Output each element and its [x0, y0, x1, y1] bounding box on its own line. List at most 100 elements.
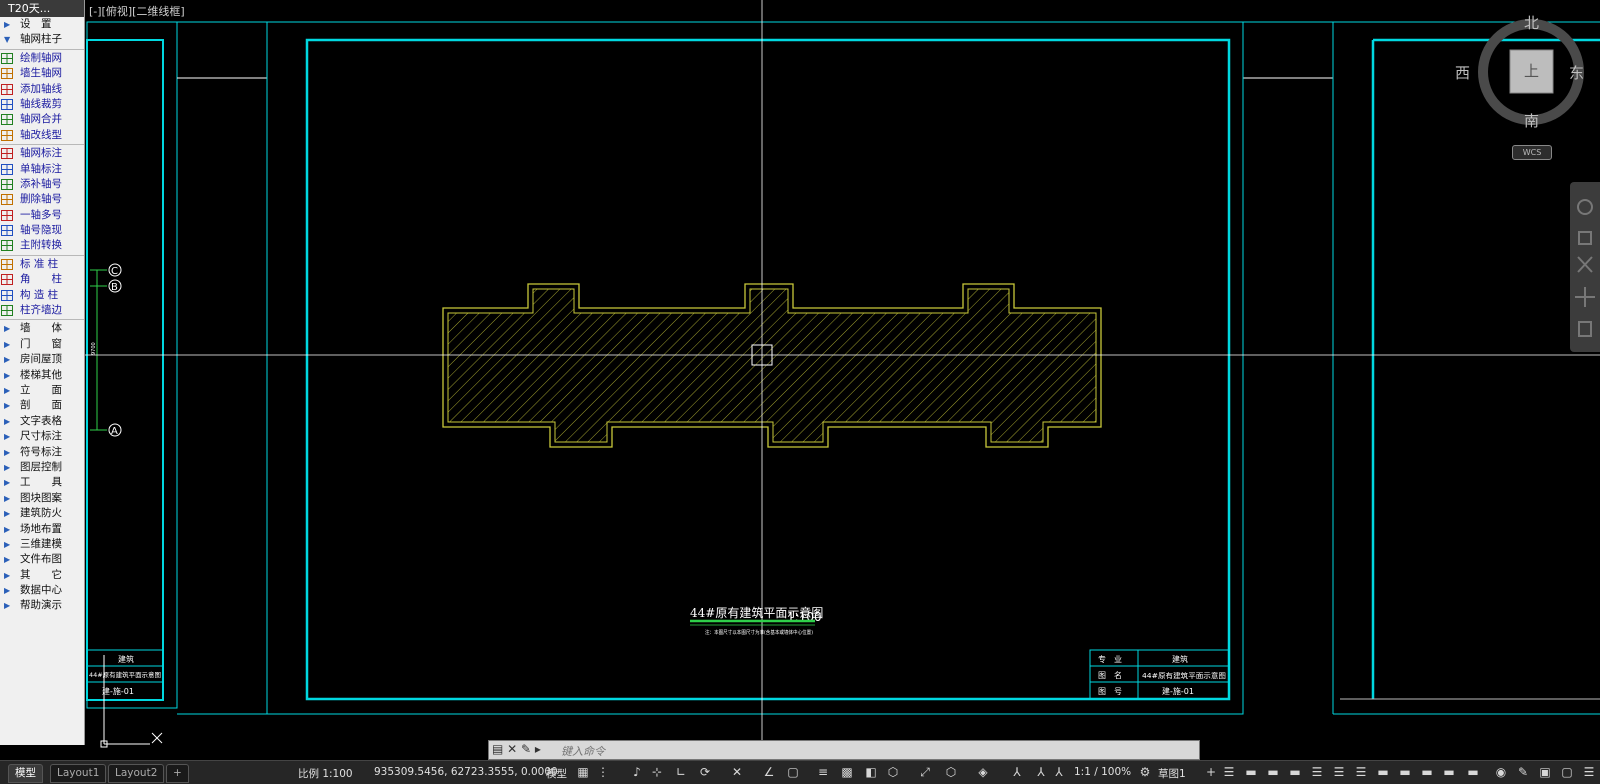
palette-item[interactable]: 轴网合并 — [0, 112, 84, 127]
palette-item[interactable]: ▶ 帮助演示 — [0, 598, 84, 613]
transparency-icon[interactable]: ▩ — [840, 765, 854, 779]
layer-icon-10[interactable]: ▬ — [1442, 765, 1456, 779]
dynamic-input-icon[interactable]: ⊹ — [650, 765, 664, 779]
layer-icon-6[interactable]: ☰ — [1354, 765, 1368, 779]
cursor-coordinates[interactable]: 935309.5456, 62723.3555, 0.0000 — [374, 766, 558, 778]
clean-screen-icon[interactable]: ▣ — [1538, 765, 1552, 779]
palette-item[interactable]: ▶ 设 置 — [0, 17, 84, 32]
command-line[interactable]: ▤ ✕ ✎ ▸ — [488, 740, 1200, 760]
isodraft-icon[interactable]: ✕ — [730, 765, 744, 779]
palette-item[interactable]: ▶ 房间屋顶 — [0, 352, 84, 367]
palette-item[interactable]: ▶ 立 面 — [0, 383, 84, 398]
palette-item[interactable]: ▶ 场地布置 — [0, 522, 84, 537]
annotation-visibility-icon[interactable]: ⅄ — [1010, 765, 1024, 779]
3d-osnap-icon[interactable]: ⬡ — [886, 765, 900, 779]
drawing-canvas[interactable]: 建筑 44#原有建筑平面示意图 建-施-01 专 业 建筑 图 名 44#原有建… — [0, 0, 1600, 760]
palette-item[interactable]: 删除轴号 — [0, 192, 84, 207]
customize-menu-icon[interactable]: ☰ — [1582, 765, 1596, 779]
palette-item[interactable]: ▶ 图层控制 — [0, 460, 84, 475]
ortho-icon[interactable]: ∟ — [674, 765, 688, 779]
palette-item[interactable]: ▼ 轴网柱子 — [0, 32, 84, 47]
layer-icon[interactable]: ▬ — [1244, 765, 1258, 779]
layer-icon-7[interactable]: ▬ — [1376, 765, 1390, 779]
layer-icon-11[interactable]: ▬ — [1466, 765, 1480, 779]
object-snap-tracking-icon[interactable]: ∠ — [762, 765, 776, 779]
palette-item[interactable]: 添加轴线 — [0, 82, 84, 97]
layer-icon-4[interactable]: ☰ — [1310, 765, 1324, 779]
palette-item[interactable]: 绘制轴网 — [0, 51, 84, 66]
drawing-viewport[interactable]: 建筑 44#原有建筑平面示意图 建-施-01 专 业 建筑 图 名 44#原有建… — [0, 0, 1600, 760]
model-space-toggle[interactable]: 模型 — [546, 766, 567, 781]
palette-item[interactable]: 柱齐墙边 — [0, 303, 84, 318]
viewcube-east[interactable]: 东 — [1569, 62, 1584, 83]
hardware-accel-icon[interactable]: ✎ — [1516, 765, 1530, 779]
palette-item[interactable]: 墙生轴网 — [0, 66, 84, 81]
layer-icon-5[interactable]: ☰ — [1332, 765, 1346, 779]
layer-icon-9[interactable]: ▬ — [1420, 765, 1434, 779]
palette-item[interactable]: ▶ 三维建模 — [0, 537, 84, 552]
palette-item[interactable]: 一轴多号 — [0, 208, 84, 223]
viewcube-west[interactable]: 西 — [1455, 62, 1470, 83]
isolate-objects-icon[interactable]: ◉ — [1494, 765, 1508, 779]
add-layout-button[interactable]: + — [166, 764, 189, 783]
workspace-dropdown[interactable]: 草图1 — [1158, 766, 1186, 781]
tianzheng-tool-palette[interactable]: T20天... ▶ 设 置 ▼ 轴网柱子绘制轴网 墙生轴网 添加轴线 轴线裁剪 轴网合并 轴改线… — [0, 0, 85, 745]
wcs-menu[interactable]: WCS — [1512, 145, 1552, 160]
palette-item[interactable]: 单轴标注 — [0, 162, 84, 177]
viewcube-south[interactable]: 南 — [1524, 110, 1539, 131]
gear-icon[interactable]: ⚙ — [1138, 765, 1152, 779]
palette-item[interactable]: 轴线裁剪 — [0, 97, 84, 112]
snap-icon[interactable]: ⋮ — [596, 765, 610, 779]
layer-icon-8[interactable]: ▬ — [1398, 765, 1412, 779]
palette-item[interactable]: 构 造 柱 — [0, 288, 84, 303]
close-icon[interactable]: ▤ ✕ ✎ ▸ — [492, 742, 541, 756]
scale-dropdown[interactable]: 比例 1:100 — [298, 766, 353, 781]
palette-item[interactable]: ▶ 工 具 — [0, 475, 84, 490]
infer-constraints-icon[interactable]: ♪ — [630, 765, 644, 779]
fullscreen-icon[interactable]: ▢ — [1560, 765, 1574, 779]
tab-layout1[interactable]: Layout1 — [50, 764, 107, 783]
viewport-controls-label[interactable]: [-][俯视][二维线框] — [89, 3, 185, 19]
command-input[interactable] — [559, 742, 1193, 760]
palette-item[interactable]: 轴号隐现 — [0, 223, 84, 238]
palette-item[interactable]: ▶ 文件布图 — [0, 552, 84, 567]
polar-tracking-icon[interactable]: ⟳ — [698, 765, 712, 779]
palette-title[interactable]: T20天... — [0, 0, 84, 17]
palette-item[interactable]: ▶ 剖 面 — [0, 398, 84, 413]
palette-item[interactable]: ▶ 其 它 — [0, 568, 84, 583]
annotation-scale-dropdown[interactable]: 1:1 / 100% — [1074, 766, 1131, 778]
tab-model[interactable]: 模型 — [8, 764, 43, 783]
palette-item[interactable]: 轴网标注 — [0, 146, 84, 161]
palette-item[interactable]: ▶ 数据中心 — [0, 583, 84, 598]
palette-item[interactable]: ▶ 文字表格 — [0, 414, 84, 429]
palette-item[interactable]: ▶ 建筑防火 — [0, 506, 84, 521]
palette-item[interactable]: 添补轴号 — [0, 177, 84, 192]
properties-icon[interactable]: ☰ — [1222, 765, 1236, 779]
viewcube[interactable]: 北 西 东 南 上 — [1455, 12, 1600, 162]
viewcube-top-face[interactable]: 上 — [1524, 60, 1539, 81]
ucs-toggle-icon[interactable]: ⤢ — [918, 765, 932, 779]
grid-icon[interactable]: ▦ — [576, 765, 590, 779]
gizmo-icon[interactable]: ⬡ — [944, 765, 958, 779]
object-snap-icon[interactable]: ▢ — [786, 765, 800, 779]
palette-item[interactable]: ▶ 门 窗 — [0, 337, 84, 352]
palette-item[interactable]: ▶ 墙 体 — [0, 321, 84, 336]
palette-item[interactable]: 主附转换 — [0, 238, 84, 253]
plus-icon[interactable]: + — [1204, 765, 1218, 779]
palette-item[interactable]: ▶ 图块图案 — [0, 491, 84, 506]
tab-layout2[interactable]: Layout2 — [108, 764, 165, 783]
layer-icon-2[interactable]: ▬ — [1266, 765, 1280, 779]
palette-item[interactable]: ▶ 尺寸标注 — [0, 429, 84, 444]
navigation-bar[interactable] — [1570, 182, 1600, 352]
palette-item[interactable]: 角 柱 — [0, 272, 84, 287]
viewcube-north[interactable]: 北 — [1524, 12, 1539, 33]
palette-item[interactable]: ▶ 符号标注 — [0, 445, 84, 460]
auto-scale-icon[interactable]: ⅄ — [1034, 765, 1048, 779]
lineweight-icon[interactable]: ≡ — [816, 765, 830, 779]
palette-item[interactable]: 轴改线型 — [0, 128, 84, 143]
filter-icon[interactable]: ◈ — [976, 765, 990, 779]
palette-item[interactable]: 标 准 柱 — [0, 257, 84, 272]
palette-item[interactable]: ▶ 楼梯其他 — [0, 368, 84, 383]
layer-icon-3[interactable]: ▬ — [1288, 765, 1302, 779]
selection-cycling-icon[interactable]: ◧ — [864, 765, 878, 779]
